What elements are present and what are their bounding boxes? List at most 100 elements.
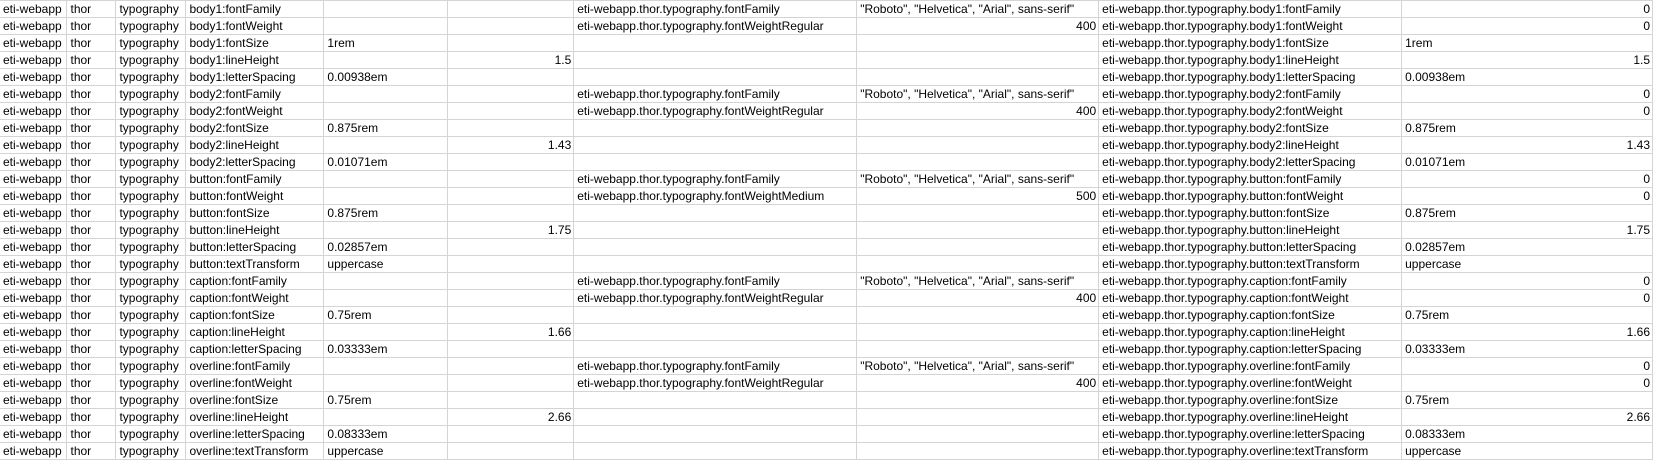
cell-value-text[interactable] xyxy=(323,374,449,392)
cell-full-key[interactable]: eti-webapp.thor.typography.caption:lineH… xyxy=(1098,323,1403,341)
cell-resolved-value[interactable] xyxy=(856,391,1100,409)
cell-full-key[interactable]: eti-webapp.thor.typography.button:fontSi… xyxy=(1098,204,1403,222)
cell-value-text[interactable] xyxy=(323,85,449,103)
cell-category[interactable]: typography xyxy=(115,425,187,443)
cell-value-text[interactable] xyxy=(323,221,449,239)
cell-category[interactable]: typography xyxy=(115,340,187,358)
cell-value-text[interactable]: 0.75rem xyxy=(323,306,449,324)
cell-reference[interactable]: eti-webapp.thor.typography.fontFamily xyxy=(573,0,858,18)
cell-value-text[interactable] xyxy=(323,102,449,120)
cell-value-number[interactable] xyxy=(447,85,575,103)
cell-resolved-value[interactable]: "Roboto", "Helvetica", "Arial", sans-ser… xyxy=(856,85,1100,103)
cell-full-key[interactable]: eti-webapp.thor.typography.body2:fontFam… xyxy=(1098,85,1403,103)
cell-property[interactable]: body2:fontWeight xyxy=(185,102,325,120)
cell-theme[interactable]: thor xyxy=(66,255,117,273)
cell-resolved-value[interactable] xyxy=(856,340,1100,358)
cell-app[interactable]: eti-webapp xyxy=(0,323,68,341)
cell-output[interactable]: 0 xyxy=(1401,272,1653,290)
cell-output[interactable]: 1.5 xyxy=(1401,51,1653,69)
cell-resolved-value[interactable] xyxy=(856,68,1100,86)
cell-category[interactable]: typography xyxy=(115,68,187,86)
cell-category[interactable]: typography xyxy=(115,0,187,18)
cell-app[interactable]: eti-webapp xyxy=(0,17,68,35)
cell-resolved-value[interactable] xyxy=(856,408,1100,426)
cell-reference[interactable] xyxy=(573,391,858,409)
cell-output[interactable]: 1.66 xyxy=(1401,323,1653,341)
cell-value-text[interactable]: 0.02857em xyxy=(323,238,449,256)
cell-app[interactable]: eti-webapp xyxy=(0,187,68,205)
cell-theme[interactable]: thor xyxy=(66,68,117,86)
cell-output[interactable]: 1rem xyxy=(1401,34,1653,52)
cell-app[interactable]: eti-webapp xyxy=(0,425,68,443)
cell-full-key[interactable]: eti-webapp.thor.typography.overline:font… xyxy=(1098,357,1403,375)
cell-property[interactable]: caption:letterSpacing xyxy=(185,340,325,358)
cell-property[interactable]: overline:fontWeight xyxy=(185,374,325,392)
cell-full-key[interactable]: eti-webapp.thor.typography.overline:line… xyxy=(1098,408,1403,426)
cell-value-number[interactable] xyxy=(447,238,575,256)
cell-output[interactable]: uppercase xyxy=(1401,255,1653,273)
cell-resolved-value[interactable] xyxy=(856,119,1100,137)
cell-resolved-value[interactable]: 400 xyxy=(856,102,1100,120)
cell-full-key[interactable]: eti-webapp.thor.typography.caption:fontS… xyxy=(1098,306,1403,324)
cell-app[interactable]: eti-webapp xyxy=(0,51,68,69)
cell-value-text[interactable] xyxy=(323,408,449,426)
cell-reference[interactable] xyxy=(573,306,858,324)
cell-output[interactable]: 0 xyxy=(1401,0,1653,18)
cell-theme[interactable]: thor xyxy=(66,306,117,324)
cell-reference[interactable] xyxy=(573,68,858,86)
cell-property[interactable]: overline:textTransform xyxy=(185,442,325,460)
cell-category[interactable]: typography xyxy=(115,238,187,256)
cell-output[interactable]: 0 xyxy=(1401,17,1653,35)
cell-output[interactable]: 0 xyxy=(1401,357,1653,375)
cell-category[interactable]: typography xyxy=(115,119,187,137)
cell-theme[interactable]: thor xyxy=(66,289,117,307)
cell-reference[interactable] xyxy=(573,323,858,341)
cell-app[interactable]: eti-webapp xyxy=(0,0,68,18)
cell-value-text[interactable]: 0.03333em xyxy=(323,340,449,358)
cell-resolved-value[interactable] xyxy=(856,255,1100,273)
cell-full-key[interactable]: eti-webapp.thor.typography.body1:letterS… xyxy=(1098,68,1403,86)
cell-full-key[interactable]: eti-webapp.thor.typography.body2:lineHei… xyxy=(1098,136,1403,154)
cell-resolved-value[interactable] xyxy=(856,238,1100,256)
cell-reference[interactable]: eti-webapp.thor.typography.fontFamily xyxy=(573,357,858,375)
cell-reference[interactable]: eti-webapp.thor.typography.fontWeightReg… xyxy=(573,17,858,35)
cell-full-key[interactable]: eti-webapp.thor.typography.button:letter… xyxy=(1098,238,1403,256)
cell-output[interactable]: 0.75rem xyxy=(1401,391,1653,409)
cell-theme[interactable]: thor xyxy=(66,51,117,69)
cell-output[interactable]: 0 xyxy=(1401,170,1653,188)
cell-value-text[interactable]: uppercase xyxy=(323,255,449,273)
cell-full-key[interactable]: eti-webapp.thor.typography.caption:lette… xyxy=(1098,340,1403,358)
cell-property[interactable]: overline:letterSpacing xyxy=(185,425,325,443)
cell-full-key[interactable]: eti-webapp.thor.typography.body2:fontSiz… xyxy=(1098,119,1403,137)
cell-value-text[interactable]: 1rem xyxy=(323,34,449,52)
cell-app[interactable]: eti-webapp xyxy=(0,408,68,426)
cell-value-number[interactable] xyxy=(447,153,575,171)
cell-category[interactable]: typography xyxy=(115,442,187,460)
cell-value-number[interactable] xyxy=(447,357,575,375)
cell-full-key[interactable]: eti-webapp.thor.typography.body1:lineHei… xyxy=(1098,51,1403,69)
cell-resolved-value[interactable] xyxy=(856,425,1100,443)
cell-value-text[interactable] xyxy=(323,136,449,154)
cell-full-key[interactable]: eti-webapp.thor.typography.overline:font… xyxy=(1098,374,1403,392)
cell-output[interactable]: 0 xyxy=(1401,289,1653,307)
cell-resolved-value[interactable]: "Roboto", "Helvetica", "Arial", sans-ser… xyxy=(856,272,1100,290)
cell-category[interactable]: typography xyxy=(115,136,187,154)
cell-app[interactable]: eti-webapp xyxy=(0,272,68,290)
cell-property[interactable]: button:fontFamily xyxy=(185,170,325,188)
cell-reference[interactable] xyxy=(573,34,858,52)
cell-reference[interactable] xyxy=(573,136,858,154)
cell-reference[interactable] xyxy=(573,442,858,460)
cell-output[interactable]: 2.66 xyxy=(1401,408,1653,426)
cell-value-number[interactable] xyxy=(447,255,575,273)
cell-theme[interactable]: thor xyxy=(66,170,117,188)
cell-category[interactable]: typography xyxy=(115,323,187,341)
cell-full-key[interactable]: eti-webapp.thor.typography.button:fontWe… xyxy=(1098,187,1403,205)
cell-app[interactable]: eti-webapp xyxy=(0,136,68,154)
cell-property[interactable]: body2:fontFamily xyxy=(185,85,325,103)
cell-value-number[interactable] xyxy=(447,34,575,52)
cell-property[interactable]: button:fontSize xyxy=(185,204,325,222)
cell-theme[interactable]: thor xyxy=(66,391,117,409)
cell-full-key[interactable]: eti-webapp.thor.typography.body1:fontWei… xyxy=(1098,17,1403,35)
cell-category[interactable]: typography xyxy=(115,374,187,392)
cell-output[interactable]: 0 xyxy=(1401,85,1653,103)
